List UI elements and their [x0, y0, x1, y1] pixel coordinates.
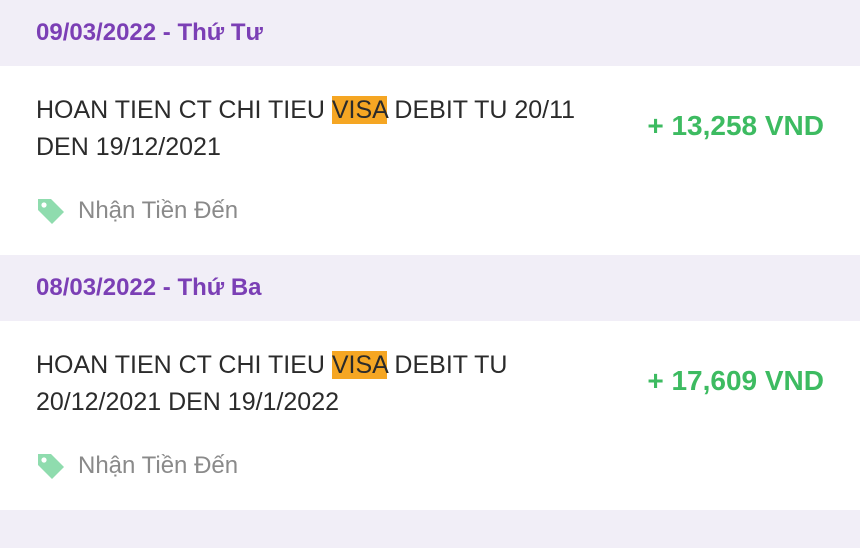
- list-footer: [0, 510, 860, 548]
- search-highlight: VISA: [331, 96, 388, 124]
- category-label: Nhận Tiền Đến: [78, 197, 239, 224]
- description-text: DEBIT TU: [387, 351, 508, 379]
- category-label: Nhận Tiền Đến: [78, 452, 239, 479]
- description-text: 20/12/2021 DEN 19/1/2022: [36, 388, 340, 416]
- transaction-item[interactable]: HOAN TIEN CT CHI TIEU VISA DEBIT TU 20/1…: [0, 66, 860, 255]
- date-header-label: 09/03/2022 - Thứ Tư: [36, 19, 263, 46]
- search-highlight: VISA: [331, 351, 388, 379]
- date-header: 09/03/2022 - Thứ Tư: [0, 0, 860, 66]
- transaction-amount: + 17,609 VND: [647, 365, 824, 396]
- transaction-description: HOAN TIEN CT CHI TIEU VISA DEBIT TU 20/1…: [36, 347, 616, 421]
- description-text: HOAN TIEN CT CHI TIEU: [36, 351, 332, 379]
- transaction-item[interactable]: HOAN TIEN CT CHI TIEU VISA DEBIT TU 20/1…: [0, 321, 860, 510]
- transaction-category[interactable]: Nhận Tiền Đến: [36, 451, 238, 481]
- transaction-amount: + 13,258 VND: [647, 110, 824, 141]
- tag-icon: [38, 454, 64, 479]
- date-header: 08/03/2022 - Thứ Ba: [0, 255, 860, 321]
- transaction-list: 09/03/2022 - Thứ Tư HOAN TIEN CT CHI TIE…: [0, 0, 860, 548]
- date-header-label: 08/03/2022 - Thứ Ba: [36, 274, 262, 301]
- transaction-category[interactable]: Nhận Tiền Đến: [36, 196, 238, 226]
- transaction-description: HOAN TIEN CT CHI TIEU VISA DEBIT TU 20/1…: [36, 92, 616, 166]
- description-text: DEN 19/12/2021: [36, 133, 221, 161]
- tag-icon: [38, 199, 64, 224]
- description-text: HOAN TIEN CT CHI TIEU: [36, 96, 332, 124]
- description-text: DEBIT TU 20/11: [387, 96, 576, 124]
